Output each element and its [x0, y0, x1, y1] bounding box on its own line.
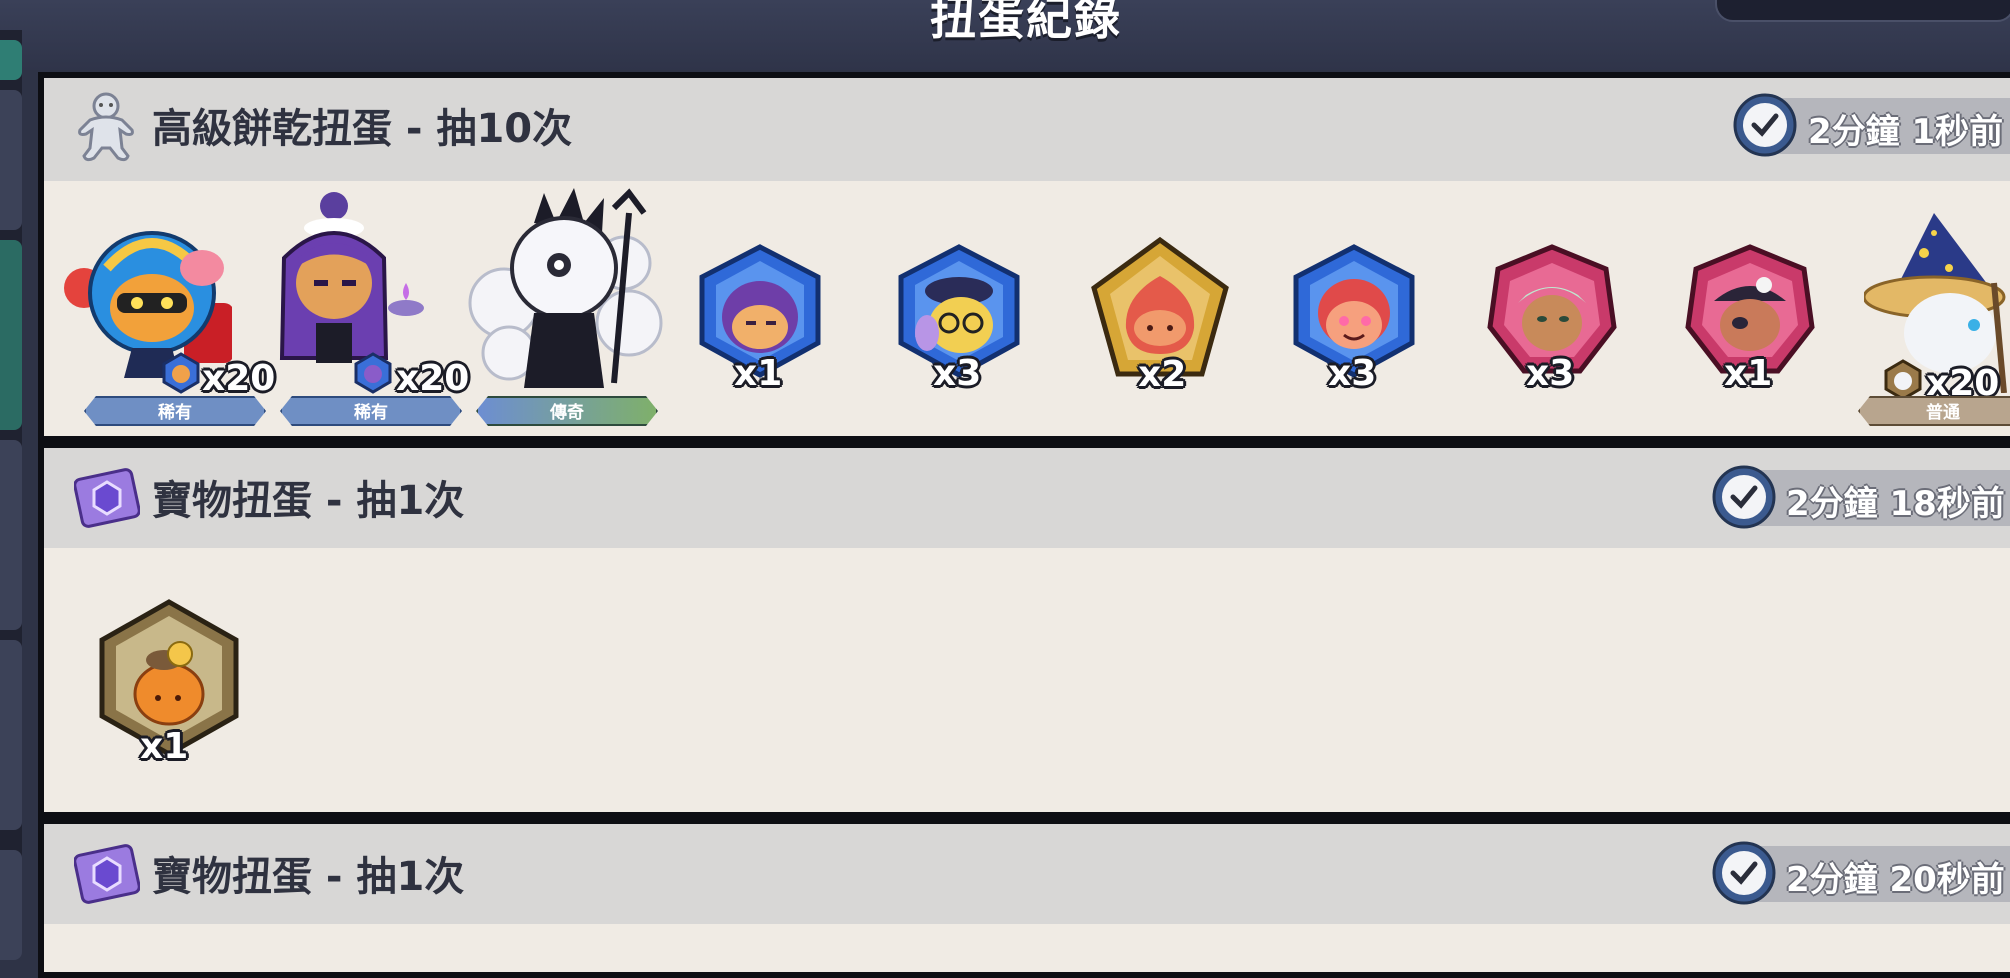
side-tab[interactable]	[0, 440, 22, 630]
reward-item[interactable]: x3	[1284, 243, 1424, 403]
record-title: 寶物扭蛋 - 抽1次	[152, 478, 465, 524]
side-tab[interactable]	[0, 90, 22, 230]
reward-item[interactable]: x3	[1482, 243, 1622, 403]
clock-icon	[1733, 93, 1797, 157]
item-quantity: x1	[1724, 353, 1773, 394]
item-quantity: x3	[1328, 353, 1377, 394]
item-quantity: x3	[933, 353, 982, 394]
clock-icon	[1712, 841, 1776, 905]
reward-item[interactable]: x1	[1680, 243, 1820, 403]
treasure-ticket-icon	[74, 844, 140, 904]
reward-item[interactable]: x3	[889, 243, 1029, 403]
item-quantity: x20	[202, 358, 276, 399]
reward-item[interactable]: x2	[1086, 236, 1234, 404]
gacha-record: 寶物扭蛋 - 抽1次 2分鐘 18秒前 x1	[38, 442, 2010, 818]
side-tab[interactable]	[0, 640, 22, 830]
record-time: 2分鐘 18秒前	[1786, 484, 2005, 524]
item-quantity: x1	[140, 726, 189, 767]
racer-cookie-icon	[64, 231, 232, 378]
gacha-record: 寶物扭蛋 - 抽1次 2分鐘 20秒前	[38, 818, 2010, 978]
record-time: 2分鐘 20秒前	[1786, 860, 2005, 900]
gingerbread-cookie-icon	[78, 92, 134, 162]
record-header: 高級餅乾扭蛋 - 抽10次 2分鐘 1秒前	[44, 78, 2010, 181]
reward-item[interactable]: x1	[94, 598, 244, 778]
page-title: 扭蛋紀錄	[930, 0, 1122, 45]
item-quantity: x2	[1138, 354, 1187, 395]
gacha-record: 高級餅乾扭蛋 - 抽10次 2分鐘 1秒前 x20 稀有 x20 稀有 傳奇 x…	[38, 72, 2010, 442]
record-title: 寶物扭蛋 - 抽1次	[152, 854, 465, 900]
reward-item[interactable]: x20	[266, 188, 469, 418]
side-tab[interactable]	[0, 40, 22, 80]
reward-item[interactable]: x20	[1862, 213, 2010, 404]
reward-item[interactable]: x20	[62, 198, 275, 418]
item-quantity: x20	[396, 358, 470, 399]
record-header: 寶物扭蛋 - 抽1次 2分鐘 20秒前	[44, 824, 2010, 924]
reward-item[interactable]	[464, 183, 664, 418]
record-title: 高級餅乾扭蛋 - 抽10次	[152, 106, 573, 152]
rarity-badge: 稀有	[280, 396, 462, 426]
side-tab[interactable]	[0, 850, 22, 960]
record-time: 2分鐘 1秒前	[1808, 112, 2004, 152]
item-quantity: x3	[1526, 353, 1575, 394]
white-demon-cookie-icon	[468, 188, 663, 388]
rarity-badge: 稀有	[84, 396, 266, 426]
rarity-badge: 普通	[1858, 396, 2010, 426]
soulstone-mini-icon	[162, 352, 200, 394]
top-bar: 扭蛋紀錄	[0, 0, 2010, 70]
purple-maid-cookie-icon	[279, 192, 424, 363]
soulstone-mini-icon	[1884, 359, 1922, 401]
record-header: 寶物扭蛋 - 抽1次 2分鐘 18秒前	[44, 448, 2010, 548]
reward-item[interactable]: x1	[690, 243, 830, 403]
treasure-ticket-icon	[74, 468, 140, 528]
soulstone-mini-icon	[354, 352, 392, 394]
clock-icon	[1712, 465, 1776, 529]
side-menu-strip	[0, 30, 22, 960]
item-quantity: x1	[734, 353, 783, 394]
top-right-button[interactable]	[1715, 0, 2010, 22]
rarity-badge: 傳奇	[476, 396, 658, 426]
side-tab[interactable]	[0, 240, 22, 430]
